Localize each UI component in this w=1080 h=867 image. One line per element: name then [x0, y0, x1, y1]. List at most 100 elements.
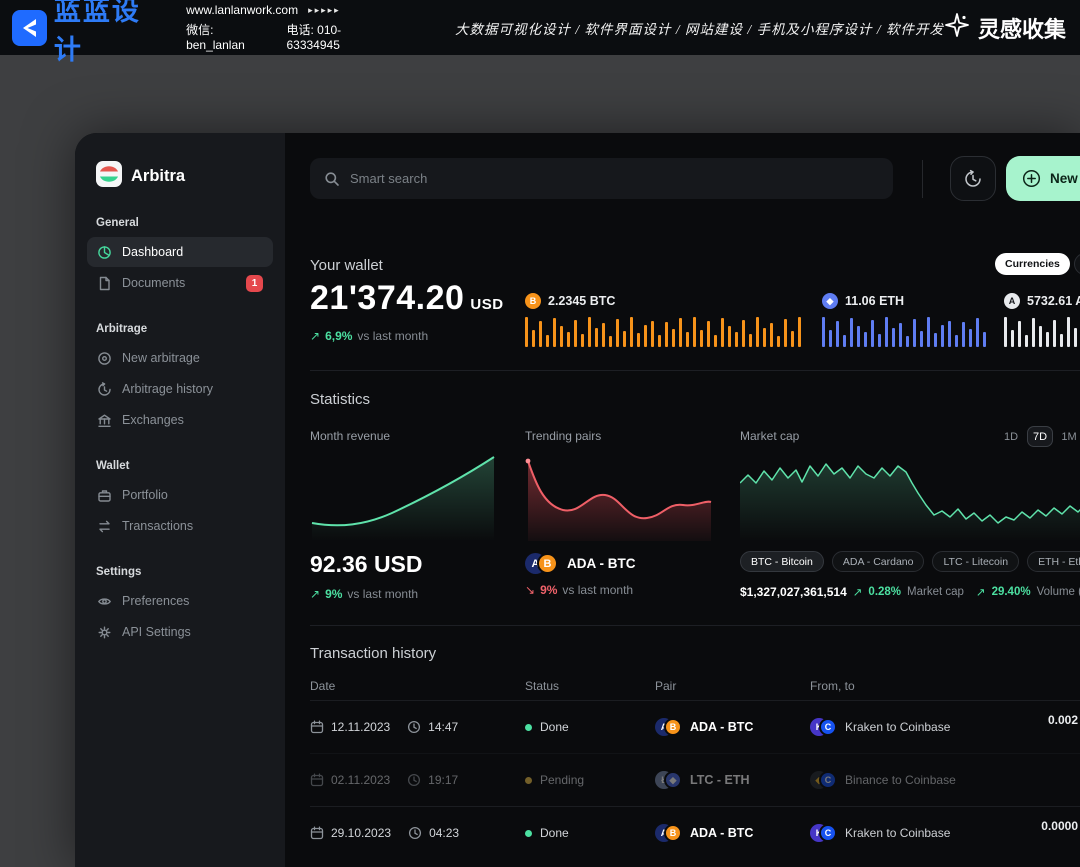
search-box[interactable]: [310, 158, 893, 199]
sidebar-item-exchanges[interactable]: Exchanges: [87, 405, 273, 435]
pair-cell: A B ADA - BTC: [655, 824, 810, 842]
sidebar-item-dashboard[interactable]: Dashboard: [87, 237, 273, 267]
clock-icon: [408, 826, 422, 840]
transactions-table: 12.11.2023 14:47 Done A B ADA - BTC: [310, 700, 1080, 859]
divider: [310, 625, 1080, 626]
sidebar-item-documents[interactable]: Documents 1: [87, 268, 273, 298]
holding-ada[interactable]: A5732.61 ADA: [1004, 293, 1080, 347]
dashboard-icon: [97, 245, 112, 260]
btc-icon: B: [664, 824, 682, 842]
col-date: Date: [310, 679, 525, 693]
phone-contact: 电话: 010-63334945: [286, 21, 390, 52]
history-icon: [97, 382, 112, 397]
sidebar-item-new-arbitrage[interactable]: New arbitrage: [87, 343, 273, 373]
clock-icon: [407, 773, 421, 787]
month-revenue-delta: ↗ 9% vs last month: [310, 587, 497, 601]
eth-icon: ◆: [664, 771, 682, 789]
btc-icon: B: [537, 553, 558, 574]
pill-ltc[interactable]: LTC - Litecoin: [932, 551, 1019, 572]
holding-eth[interactable]: ◆11.06 ETH: [822, 293, 990, 347]
arrows-icon: ▸▸▸▸▸: [308, 5, 341, 16]
sidebar-item-label: Dashboard: [122, 245, 183, 259]
status-dot: [525, 777, 532, 784]
tab-currencies[interactable]: Currencies: [995, 253, 1070, 275]
pill-btc[interactable]: BTC - Bitcoin: [740, 551, 824, 572]
amount-cell: 0.0000: [1041, 819, 1078, 833]
search-input[interactable]: [350, 171, 879, 186]
pair-cell: Ł ◆ LTC - ETH: [655, 771, 810, 789]
sidebar-item-preferences[interactable]: Preferences: [87, 586, 273, 616]
app-logo[interactable]: Arbitra: [96, 161, 285, 192]
table-row[interactable]: 12.11.2023 14:47 Done A B ADA - BTC: [310, 700, 1080, 753]
inspiration-collect-link[interactable]: 灵感收集: [944, 12, 1066, 44]
btc-icon: B: [664, 718, 682, 736]
sidebar-item-portfolio[interactable]: Portfolio: [87, 480, 273, 510]
range-7d[interactable]: 7D: [1027, 426, 1053, 447]
main-content: New a Your wallet Currencies E 21'374.20…: [285, 133, 1080, 867]
sidebar-item-arbitrage-history[interactable]: Arbitrage history: [87, 374, 273, 404]
banner-contact: www.lanlanwork.com ▸▸▸▸▸ 微信: ben_lanlan …: [186, 3, 391, 52]
pair-cell: A B ADA - BTC: [655, 718, 810, 736]
status-cell: Done: [525, 720, 655, 734]
range-1d[interactable]: 1D: [998, 426, 1024, 447]
sidebar-item-label: Preferences: [122, 594, 189, 608]
document-icon: [97, 276, 112, 291]
trend-up-icon: ↗: [310, 587, 320, 601]
dashboard-app: Arbitra General Dashboard Documents 1 Ar…: [75, 133, 1080, 867]
sidebar-item-transactions[interactable]: Transactions: [87, 511, 273, 541]
briefcase-icon: [97, 488, 112, 503]
trending-pairs-chart: [525, 453, 712, 541]
trend-up-icon: ↗: [853, 585, 863, 599]
services-list: 大数据可视化设计 / 软件界面设计 / 网站建设 / 手机及小程序设计 / 软件…: [455, 18, 944, 38]
route-cell: ◆ C Binance to Coinbase: [810, 771, 1080, 789]
sidebar-item-api-settings[interactable]: API Settings: [87, 617, 273, 647]
calendar-icon: [310, 720, 324, 734]
plus-icon: [1022, 169, 1041, 188]
table-row[interactable]: 29.10.2023 04:23 Done A B ADA - BTC: [310, 806, 1080, 859]
wallet-balance: 21'374.20USD: [310, 279, 504, 318]
site-logo[interactable]: 蓝蓝设计: [12, 0, 166, 67]
coin-pills: BTC - Bitcoin ADA - Cardano LTC - Liteco…: [740, 551, 1080, 572]
calendar-icon: [310, 773, 324, 787]
new-arbitrage-button[interactable]: New a: [1006, 156, 1080, 201]
pill-ada[interactable]: ADA - Cardano: [832, 551, 925, 572]
statistics-section-title: Statistics: [310, 391, 370, 408]
arbitra-logo-icon: [96, 161, 122, 192]
site-url[interactable]: www.lanlanwork.com: [186, 3, 298, 17]
month-revenue-value: 92.36 USD: [310, 551, 497, 578]
bank-icon: [97, 413, 112, 428]
clock-icon: [407, 720, 421, 734]
history-button[interactable]: [950, 156, 996, 201]
pill-eth[interactable]: ETH - Ethereu: [1027, 551, 1080, 572]
section-title-wallet: Wallet: [96, 460, 285, 472]
eth-icon: ◆: [822, 293, 838, 309]
tab-exchanges[interactable]: E: [1074, 253, 1080, 275]
topbar-divider: [922, 160, 923, 198]
eye-icon: [97, 594, 112, 609]
documents-badge: 1: [246, 275, 263, 292]
table-row[interactable]: 02.11.2023 19:17 Pending Ł ◆ LTC - ETH: [310, 753, 1080, 806]
date-cell: 02.11.2023 19:17: [310, 773, 525, 787]
section-title-arbitrage: Arbitrage: [96, 323, 285, 335]
wallet-delta: ↗ 6,9% vs last month: [310, 329, 428, 343]
holding-btc[interactable]: B2.2345 BTC: [525, 293, 808, 347]
sidebar-item-label: Transactions: [122, 519, 193, 533]
market-cap-chart: [740, 453, 1080, 541]
target-icon: [97, 351, 112, 366]
trend-up-icon: ↗: [310, 329, 320, 343]
ada-icon: A: [1004, 293, 1020, 309]
col-pair: Pair: [655, 679, 810, 693]
wechat-contact: 微信: ben_lanlan: [186, 21, 272, 52]
sidebar-item-label: Arbitrage history: [122, 382, 213, 396]
status-dot: [525, 724, 532, 731]
date-cell: 12.11.2023 14:47: [310, 720, 525, 734]
route-cell: K C Kraken to Coinbase: [810, 824, 1080, 842]
range-1m[interactable]: 1M: [1056, 426, 1080, 447]
wallet-holdings: B2.2345 BTC ◆11.06 ETH A5732.61 ADA: [525, 293, 1080, 347]
status-cell: Pending: [525, 773, 655, 787]
status-dot: [525, 830, 532, 837]
balance-currency: USD: [470, 296, 503, 313]
sidebar-item-label: Portfolio: [122, 488, 168, 502]
sparkle-icon: [944, 12, 970, 44]
sidebar-item-label: Exchanges: [122, 413, 184, 427]
